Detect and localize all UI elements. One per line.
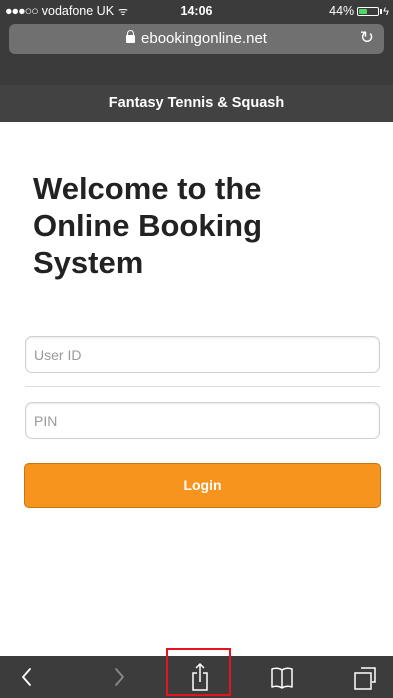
site-header: Fantasy Tennis & Squash [0, 85, 393, 122]
battery-percent: 44% [329, 4, 355, 18]
battery-fill [359, 9, 368, 14]
pin-field[interactable] [25, 402, 380, 439]
divider [25, 386, 380, 387]
address-bar[interactable]: ebookingonline.net ↻ [9, 24, 384, 54]
battery-icon [357, 7, 380, 16]
tabs-icon[interactable] [346, 656, 382, 698]
status-right: 44% ϟ [329, 4, 389, 18]
user-id-field[interactable] [25, 336, 380, 373]
chevron-left-icon[interactable] [12, 656, 42, 698]
page-title: Welcome to the Online Booking System [33, 171, 263, 280]
lock-icon [126, 30, 136, 43]
battery-cap [380, 9, 383, 14]
login-button[interactable]: Login [24, 463, 381, 508]
url-text: ebookingonline.net [141, 30, 267, 47]
reload-icon[interactable]: ↻ [360, 28, 374, 48]
url-display: ebookingonline.net [9, 30, 384, 47]
pin-input[interactable] [26, 403, 379, 438]
bookmarks-icon[interactable] [262, 656, 302, 698]
share-highlight-box [166, 648, 231, 696]
charging-icon: ϟ [383, 6, 389, 18]
status-bar: ●●●○○ vodafone UK ᯤ 14:06 44% ϟ [0, 0, 393, 22]
chevron-right-icon[interactable] [104, 656, 134, 698]
user-id-input[interactable] [26, 337, 379, 372]
browser-chrome: ●●●○○ vodafone UK ᯤ 14:06 44% ϟ ebookingonl… [0, 0, 393, 85]
